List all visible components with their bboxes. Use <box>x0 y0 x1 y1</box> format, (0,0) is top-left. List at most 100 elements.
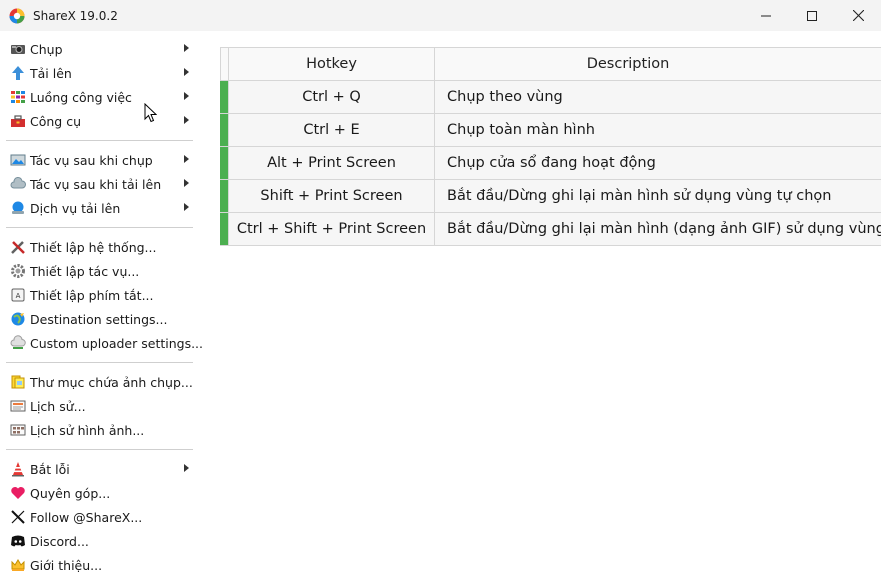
table-row[interactable]: Alt + Print Screen Chụp cửa sổ đang hoạt… <box>220 147 881 180</box>
menu-item-label: Tác vụ sau khi chụp <box>30 152 153 168</box>
submenu-arrow-icon <box>184 155 189 163</box>
main-menu: Chụp Tải lên Luồng công việc Công cụ Tác… <box>0 37 203 577</box>
image-history-icon <box>10 422 26 438</box>
menu-item-label: Tải lên <box>30 65 72 81</box>
menu-item-follow-x[interactable]: Follow @ShareX... <box>0 505 198 529</box>
menu-item-discord[interactable]: Discord... <box>0 529 198 553</box>
hotkey-cell: Alt + Print Screen <box>229 147 435 179</box>
submenu-arrow-icon <box>184 44 189 52</box>
menu-separator <box>6 449 193 450</box>
menu-item-after-upload-tasks[interactable]: Tác vụ sau khi tải lên <box>0 172 198 196</box>
upload-service-icon <box>10 200 26 216</box>
status-strip <box>220 180 229 212</box>
submenu-arrow-icon <box>184 203 189 211</box>
globe-icon <box>10 311 26 327</box>
menu-item-about[interactable]: Giới thiệu... <box>0 553 198 577</box>
menu-item-label: Luồng công việc <box>30 89 132 105</box>
menu-item-screenshots-folder[interactable]: Thư mục chứa ảnh chụp... <box>0 370 198 394</box>
maximize-button[interactable] <box>789 0 835 31</box>
status-strip <box>220 114 229 146</box>
menu-item-donate[interactable]: Quyên góp... <box>0 481 198 505</box>
menu-item-label: Chụp <box>30 41 63 57</box>
status-strip <box>220 147 229 179</box>
title-bar: ShareX 19.0.2 <box>0 0 881 31</box>
menu-item-workflows[interactable]: Luồng công việc <box>0 85 198 109</box>
hotkey-cell: Shift + Print Screen <box>229 180 435 212</box>
menu-item-label: Thiết lập hệ thống... <box>30 239 157 255</box>
hotkey-cell: Ctrl + E <box>229 114 435 146</box>
menu-item-hotkey-settings[interactable]: A Thiết lập phím tắt... <box>0 283 198 307</box>
sharex-logo-icon <box>9 8 25 23</box>
heart-icon <box>10 485 26 501</box>
menu-item-task-settings[interactable]: Thiết lập tác vụ... <box>0 259 198 283</box>
description-cell: Bắt đầu/Dừng ghi lại màn hình (dạng ảnh … <box>447 221 881 237</box>
gear-icon <box>10 263 26 279</box>
table-row[interactable]: Ctrl + Shift + Print Screen Bắt đầu/Dừng… <box>220 213 881 246</box>
table-row[interactable]: Ctrl + E Chụp toàn màn hình <box>220 114 881 147</box>
menu-item-destination-settings[interactable]: Destination settings... <box>0 307 198 331</box>
keyboard-icon: A <box>10 287 26 303</box>
hotkey-table: Hotkey Description Ctrl + Q Chụp theo vù… <box>220 47 881 246</box>
tools-icon <box>10 239 26 255</box>
close-button[interactable] <box>835 0 881 31</box>
menu-item-label: Tác vụ sau khi tải lên <box>30 176 162 192</box>
window-title: ShareX 19.0.2 <box>33 8 118 23</box>
status-strip <box>220 81 229 113</box>
menu-item-debug[interactable]: Bắt lỗi <box>0 457 198 481</box>
menu-item-application-settings[interactable]: Thiết lập hệ thống... <box>0 235 198 259</box>
column-header-description[interactable]: Description <box>435 48 881 80</box>
menu-item-label: Custom uploader settings... <box>30 335 204 351</box>
submenu-arrow-icon <box>184 68 189 76</box>
hotkey-cell: Ctrl + Shift + Print Screen <box>229 213 435 245</box>
menu-item-tools[interactable]: Công cụ <box>0 109 198 133</box>
history-icon <box>10 398 26 414</box>
table-row[interactable]: Ctrl + Q Chụp theo vùng <box>220 81 881 114</box>
minimize-icon <box>761 15 771 16</box>
menu-item-label: Thiết lập phím tắt... <box>30 287 154 303</box>
status-strip <box>220 213 229 245</box>
menu-item-label: Quyên góp... <box>30 485 111 501</box>
menu-item-upload-services[interactable]: Dịch vụ tải lên <box>0 196 198 220</box>
menu-item-after-capture-tasks[interactable]: Tác vụ sau khi chụp <box>0 148 198 172</box>
minimize-button[interactable] <box>743 0 789 31</box>
menu-item-label: Thư mục chứa ảnh chụp... <box>30 374 193 390</box>
menu-item-label: Công cụ <box>30 113 82 129</box>
x-logo-icon <box>10 509 26 525</box>
description-cell: Bắt đầu/Dừng ghi lại màn hình sử dụng vù… <box>447 188 832 204</box>
menu-item-image-history[interactable]: Lịch sử hình ảnh... <box>0 418 198 442</box>
column-header-hotkey[interactable]: Hotkey <box>229 48 435 80</box>
hotkey-cell: Ctrl + Q <box>229 81 435 113</box>
image-tasks-icon <box>10 152 26 168</box>
table-row[interactable]: Shift + Print Screen Bắt đầu/Dừng ghi lạ… <box>220 180 881 213</box>
menu-item-label: Dịch vụ tải lên <box>30 200 121 216</box>
crown-icon <box>10 557 26 573</box>
camera-icon <box>10 41 26 57</box>
submenu-arrow-icon <box>184 179 189 187</box>
close-icon <box>852 10 864 21</box>
cloud-tasks-icon <box>10 176 26 192</box>
header-strip <box>220 48 229 80</box>
menu-item-label: Discord... <box>30 533 89 549</box>
window-controls <box>743 0 881 31</box>
description-cell: Chụp toàn màn hình <box>447 122 595 138</box>
submenu-arrow-icon <box>184 464 189 472</box>
folder-icon <box>10 374 26 390</box>
maximize-icon <box>807 10 817 21</box>
menu-item-label: Follow @ShareX... <box>30 509 143 525</box>
bug-cone-icon <box>10 461 26 477</box>
menu-separator <box>6 227 193 228</box>
menu-separator <box>6 140 193 141</box>
menu-separator <box>6 362 193 363</box>
menu-item-label: Lịch sử hình ảnh... <box>30 422 145 438</box>
menu-item-custom-uploader-settings[interactable]: Custom uploader settings... <box>0 331 203 355</box>
workflow-grid-icon <box>10 89 26 105</box>
menu-item-upload[interactable]: Tải lên <box>0 61 198 85</box>
menu-item-history[interactable]: Lịch sử... <box>0 394 198 418</box>
menu-item-capture[interactable]: Chụp <box>0 37 198 61</box>
menu-item-label: Bắt lỗi <box>30 461 70 477</box>
description-cell: Chụp theo vùng <box>447 89 563 105</box>
menu-item-label: Giới thiệu... <box>30 557 103 573</box>
menu-item-label: Lịch sử... <box>30 398 86 414</box>
submenu-arrow-icon <box>184 116 189 124</box>
discord-icon <box>10 533 26 549</box>
